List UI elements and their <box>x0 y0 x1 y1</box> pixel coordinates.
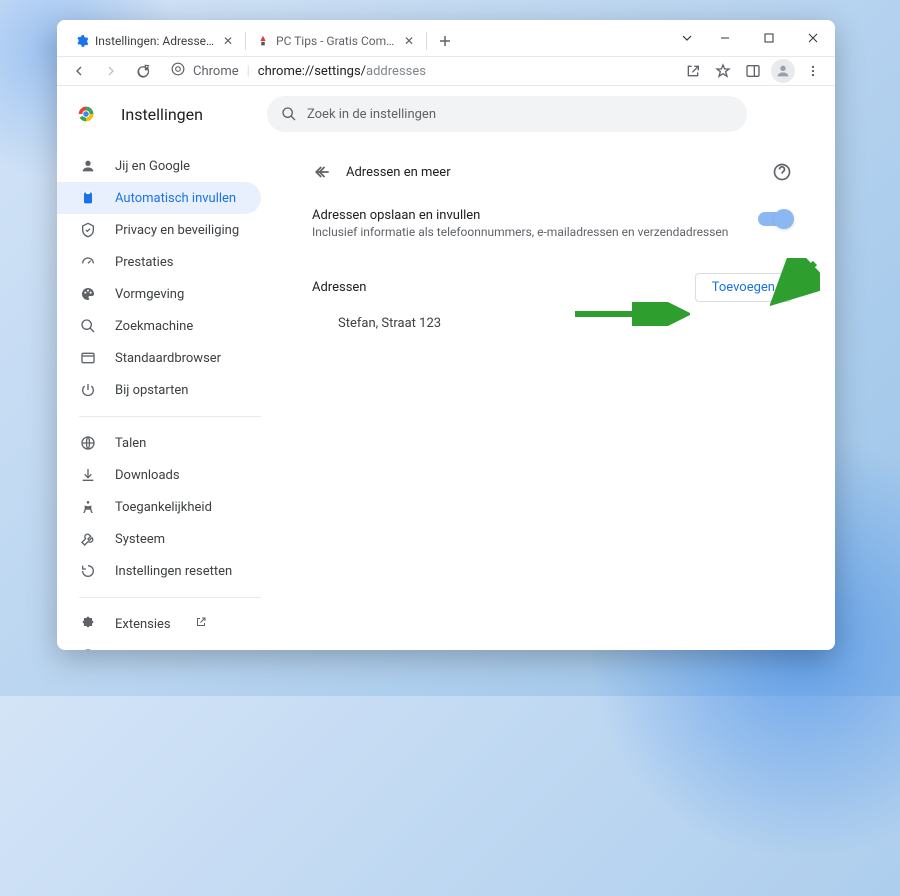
side-panel-icon[interactable] <box>739 57 767 85</box>
browser-toolbar: Chrome | chrome://settings/addresses <box>57 57 835 86</box>
tab-title: Instellingen: Adressen en meer <box>95 34 215 48</box>
panel-title: Adressen en meer <box>346 165 758 180</box>
sidebar-item-performance[interactable]: Prestaties <box>57 246 261 278</box>
browser-icon <box>79 349 97 367</box>
maximize-button[interactable] <box>747 23 791 53</box>
settings-page: Instellingen Zoek in de instellingen Jij… <box>57 86 835 650</box>
url-host: chrome://settings/ <box>258 64 366 79</box>
sidebar-item-extensions[interactable]: Extensies <box>57 608 261 640</box>
gear-icon <box>75 34 89 48</box>
browser-window: Instellingen: Adressen en meer ✕ PC Tips… <box>57 20 835 650</box>
sidebar-item-languages[interactable]: Talen <box>57 427 261 459</box>
wrench-icon <box>79 530 97 548</box>
clipboard-icon <box>79 189 97 207</box>
sidebar-item-you-and-google[interactable]: Jij en Google <box>57 150 261 182</box>
sidebar-item-system[interactable]: Systeem <box>57 523 261 555</box>
external-link-icon <box>195 616 207 632</box>
titlebar: Instellingen: Adressen en meer ✕ PC Tips… <box>57 20 835 57</box>
setting-subtitle: Inclusief informatie als telefoonnummers… <box>312 225 758 239</box>
settings-panel: Adressen en meer Adressen opslaan en inv… <box>269 142 835 650</box>
window-controls <box>671 20 835 56</box>
power-icon <box>79 381 97 399</box>
url-prefix: Chrome <box>193 64 239 79</box>
close-icon[interactable]: ✕ <box>402 34 416 48</box>
close-button[interactable] <box>791 23 835 53</box>
settings-sidebar: Jij en Google Automatisch invullen Priva… <box>57 142 269 650</box>
chrome-icon <box>171 62 185 80</box>
sidebar-item-search-engine[interactable]: Zoekmachine <box>57 310 261 342</box>
search-icon <box>281 106 297 122</box>
sidebar-item-reset[interactable]: Instellingen resetten <box>57 555 261 587</box>
help-icon[interactable] <box>772 162 792 182</box>
tab-settings[interactable]: Instellingen: Adressen en meer ✕ <box>65 26 245 56</box>
addresses-section-label: Adressen <box>312 280 695 295</box>
annotation-arrow <box>770 258 820 308</box>
annotation-arrow <box>570 302 690 326</box>
settings-header: Instellingen Zoek in de instellingen <box>57 86 835 142</box>
sidebar-item-privacy[interactable]: Privacy en beveiliging <box>57 214 261 246</box>
forward-button[interactable] <box>97 57 125 85</box>
bookmark-icon[interactable] <box>709 57 737 85</box>
site-icon <box>256 34 270 48</box>
globe-icon <box>79 434 97 452</box>
chrome-icon <box>79 647 97 650</box>
sidebar-item-downloads[interactable]: Downloads <box>57 459 261 491</box>
search-placeholder: Zoek in de instellingen <box>307 107 436 122</box>
sidebar-item-autofill[interactable]: Automatisch invullen <box>57 182 261 214</box>
person-icon <box>79 157 97 175</box>
palette-icon <box>79 285 97 303</box>
profile-avatar[interactable] <box>769 57 797 85</box>
chrome-logo <box>75 103 97 125</box>
sidebar-item-appearance[interactable]: Vormgeving <box>57 278 261 310</box>
settings-search[interactable]: Zoek in de instellingen <box>267 96 747 132</box>
page-title: Instellingen <box>121 105 203 124</box>
search-icon <box>79 317 97 335</box>
address-bar[interactable]: Chrome | chrome://settings/addresses <box>161 57 669 85</box>
menu-icon[interactable] <box>799 57 827 85</box>
setting-title: Adressen opslaan en invullen <box>312 208 758 223</box>
share-icon[interactable] <box>679 57 707 85</box>
new-tab-button[interactable] <box>431 27 459 55</box>
speedometer-icon <box>79 253 97 271</box>
reset-icon <box>79 562 97 580</box>
sidebar-item-default-browser[interactable]: Standaardbrowser <box>57 342 261 374</box>
minimize-button[interactable] <box>703 23 747 53</box>
download-icon <box>79 466 97 484</box>
chevron-down-icon[interactable] <box>671 32 703 44</box>
shield-icon <box>79 221 97 239</box>
tab-strip: Instellingen: Adressen en meer ✕ PC Tips… <box>57 20 671 56</box>
sidebar-item-on-startup[interactable]: Bij opstarten <box>57 374 261 406</box>
puzzle-icon <box>79 615 97 633</box>
tab-title: PC Tips - Gratis Computer Tips. <box>276 34 396 48</box>
back-arrow-icon[interactable] <box>312 162 332 182</box>
tab-pctips[interactable]: PC Tips - Gratis Computer Tips. ✕ <box>246 26 426 56</box>
url-path: addresses <box>366 64 426 79</box>
back-button[interactable] <box>65 57 93 85</box>
close-icon[interactable]: ✕ <box>221 34 235 48</box>
accessibility-icon <box>79 498 97 516</box>
save-addresses-toggle[interactable] <box>758 212 792 226</box>
sidebar-item-about[interactable]: Over Chrome <box>57 640 261 650</box>
save-addresses-row: Adressen opslaan en invullen Inclusief i… <box>312 192 792 255</box>
address-list-item[interactable]: Stefan, Straat 123 <box>312 302 792 345</box>
sidebar-item-accessibility[interactable]: Toegankelijkheid <box>57 491 261 523</box>
reload-button[interactable] <box>129 57 157 85</box>
